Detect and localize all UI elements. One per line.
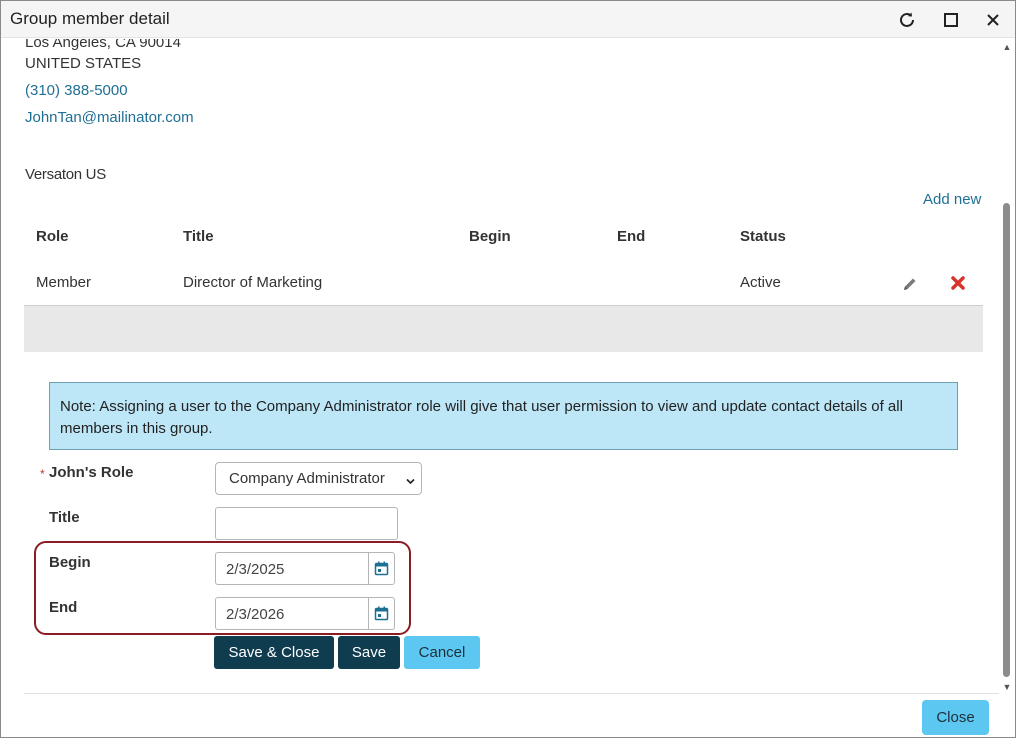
begin-date-value: 2/3/2025 xyxy=(226,561,285,578)
save-button[interactable]: Save xyxy=(338,636,400,669)
close-icon[interactable] xyxy=(981,8,1005,32)
close-button[interactable]: Close xyxy=(922,700,989,735)
group-name: Versaton US xyxy=(25,166,106,183)
scroll-down-icon[interactable]: ▼ xyxy=(1001,681,1013,693)
cell-title: Director of Marketing xyxy=(183,274,323,291)
dialog-window: Group member detail Los Angeles, CA 9001… xyxy=(0,0,1016,738)
footer-divider xyxy=(24,693,999,694)
phone-link[interactable]: (310) 388-5000 xyxy=(25,82,128,99)
dialog-content: Los Angeles, CA 90014 UNITED STATES (310… xyxy=(1,39,999,695)
save-close-button[interactable]: Save & Close xyxy=(214,636,334,669)
cancel-button[interactable]: Cancel xyxy=(404,636,480,669)
end-label: End xyxy=(49,599,78,616)
pencil-icon[interactable] xyxy=(902,276,918,296)
title-bar: Group member detail xyxy=(1,1,1015,38)
title-label: Title xyxy=(49,509,80,526)
title-input[interactable] xyxy=(215,507,398,540)
dialog-title: Group member detail xyxy=(10,9,170,28)
end-date-field[interactable]: 2/3/2026 xyxy=(215,597,395,630)
maximize-icon[interactable] xyxy=(939,8,963,32)
role-label: John's Role xyxy=(49,464,134,481)
calendar-icon[interactable] xyxy=(368,553,394,584)
vertical-scrollbar[interactable]: ▲ ▼ xyxy=(999,39,1015,695)
address-country: UNITED STATES xyxy=(25,55,142,72)
chevron-down-icon xyxy=(406,473,415,485)
calendar-icon[interactable] xyxy=(368,598,394,629)
end-date-value: 2/3/2026 xyxy=(226,606,285,623)
role-select[interactable]: Company Administrator xyxy=(215,462,422,495)
delete-x-icon[interactable] xyxy=(950,275,966,295)
role-select-value: Company Administrator xyxy=(229,470,385,487)
begin-date-field[interactable]: 2/3/2025 xyxy=(215,552,395,585)
address-city-line: Los Angeles, CA 90014 xyxy=(25,39,181,51)
email-link[interactable]: JohnTan@mailinator.com xyxy=(25,109,194,126)
scroll-up-icon[interactable]: ▲ xyxy=(1001,41,1013,53)
add-new-link[interactable]: Add new xyxy=(923,191,981,208)
column-header-title: Title xyxy=(183,228,214,245)
required-asterisk: * xyxy=(40,467,45,481)
cell-role: Member xyxy=(36,274,92,291)
begin-label: Begin xyxy=(49,554,91,571)
refresh-icon[interactable] xyxy=(895,8,919,32)
column-header-begin: Begin xyxy=(469,228,511,245)
column-header-role: Role xyxy=(36,228,69,245)
cell-status: Active xyxy=(740,274,781,291)
column-header-status: Status xyxy=(740,228,786,245)
column-header-end: End xyxy=(617,228,646,245)
admin-note: Note: Assigning a user to the Company Ad… xyxy=(49,382,958,450)
expanded-row-band xyxy=(24,306,983,352)
scrollbar-thumb[interactable] xyxy=(1003,203,1010,677)
